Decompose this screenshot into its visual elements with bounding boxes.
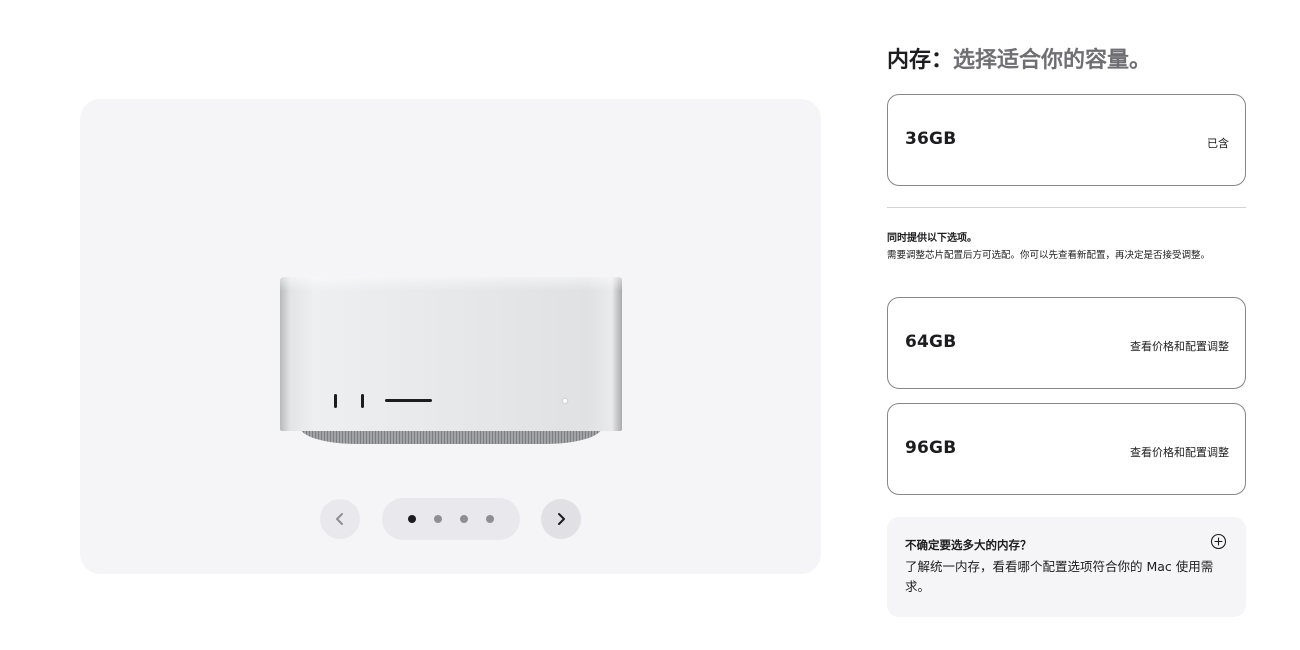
additional-options-title: 同时提供以下选项。 bbox=[887, 233, 977, 244]
product-body bbox=[280, 277, 622, 431]
additional-options-description: 需要调整芯片配置后方可选配。你可以先查看新配置，再决定是否接受调整。 bbox=[887, 250, 1211, 261]
memory-option-36gb[interactable]: 36GB 已含 bbox=[887, 94, 1246, 186]
option-price-link: 查看价格和配置调整 bbox=[1130, 340, 1229, 353]
chevron-left-icon bbox=[336, 513, 343, 525]
memory-heading: 内存：选择适合你的容量。 bbox=[887, 42, 1151, 74]
carousel-dot-3[interactable] bbox=[460, 515, 468, 523]
sd-card-slot bbox=[385, 399, 432, 402]
power-led bbox=[563, 399, 567, 403]
option-capacity: 64GB bbox=[905, 332, 957, 352]
option-capacity: 96GB bbox=[905, 438, 957, 458]
memory-option-96gb[interactable]: 96GB 查看价格和配置调整 bbox=[887, 403, 1246, 495]
help-text: 了解统一内存，看看哪个配置选项符合你的 Mac 使用需求。 bbox=[905, 559, 1214, 594]
carousel-dot-1[interactable] bbox=[408, 515, 416, 523]
memory-help-card[interactable]: 不确定要选多大的内存？ 了解统一内存，看看哪个配置选项符合你的 Mac 使用需求… bbox=[887, 517, 1246, 617]
heading-subtitle: 选择适合你的容量。 bbox=[953, 48, 1152, 73]
help-title: 不确定要选多大的内存？ bbox=[905, 538, 1032, 552]
memory-option-64gb[interactable]: 64GB 查看价格和配置调整 bbox=[887, 297, 1246, 389]
divider bbox=[887, 207, 1246, 208]
mac-studio-image bbox=[280, 277, 622, 447]
carousel-dot-4[interactable] bbox=[486, 515, 494, 523]
heading-main: 内存： bbox=[887, 48, 954, 73]
option-included-note: 已含 bbox=[1207, 137, 1229, 150]
carousel-dot-2[interactable] bbox=[434, 515, 442, 523]
usb-c-port bbox=[361, 394, 364, 408]
chevron-right-icon bbox=[558, 513, 565, 525]
product-gallery bbox=[80, 99, 821, 574]
option-capacity: 36GB bbox=[905, 129, 957, 149]
carousel-dots bbox=[382, 498, 520, 540]
plus-circle-icon[interactable] bbox=[1210, 533, 1227, 550]
previous-image-button[interactable] bbox=[320, 499, 360, 539]
option-price-link: 查看价格和配置调整 bbox=[1130, 446, 1229, 459]
carousel-controls bbox=[80, 498, 821, 541]
next-image-button[interactable] bbox=[541, 499, 581, 539]
usb-c-port bbox=[334, 394, 337, 408]
